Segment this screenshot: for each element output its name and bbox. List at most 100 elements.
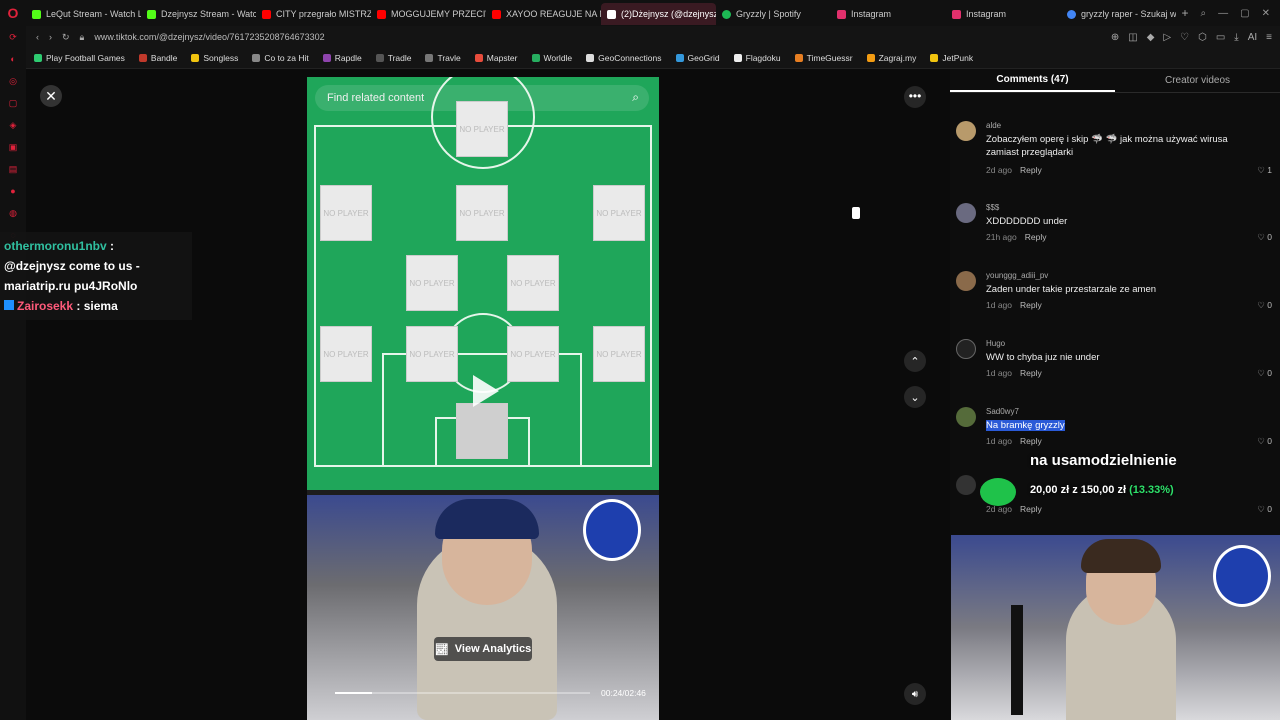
- bookmark-co-to-za-hit[interactable]: Co to za Hit: [252, 53, 309, 63]
- like-count[interactable]: ♡ 0: [1257, 300, 1272, 311]
- camera-icon[interactable]: ◫: [1128, 32, 1137, 43]
- tab-3[interactable]: CITY przegrało MISTRZ: [256, 3, 371, 25]
- sidebar-messenger-icon[interactable]: ◎: [0, 70, 26, 92]
- bookmark-tradle[interactable]: Tradle: [375, 53, 411, 63]
- heart-icon[interactable]: ♡: [1180, 32, 1189, 43]
- player-card: NO PLAYER: [507, 255, 559, 311]
- bookmark-play-football-games[interactable]: Play Football Games: [34, 53, 125, 63]
- comment-username[interactable]: alde: [986, 121, 1001, 130]
- comment-username[interactable]: younggg_adiii_pv: [986, 271, 1048, 280]
- tab-9[interactable]: Instagram: [946, 3, 1061, 25]
- sidebar-youtube-icon[interactable]: ▣: [0, 136, 26, 158]
- like-count[interactable]: ♡ 0: [1257, 504, 1272, 515]
- chat-text: @dzejnysz come to us - mariatrip.ru pu4J…: [4, 259, 140, 293]
- refresh-icon[interactable]: ⟳: [0, 26, 26, 48]
- reply-button[interactable]: Reply: [1020, 368, 1042, 378]
- tab-7[interactable]: Gryzzly | Spotify: [716, 3, 831, 25]
- donation-goal-indicator: [980, 478, 1016, 506]
- like-count[interactable]: ♡ 0: [1257, 368, 1272, 379]
- reply-button[interactable]: Reply: [1020, 165, 1042, 175]
- toolbar-icons: ⊕ ◫ ◆ ▷ ♡ ⬡ ▭ ⤓ AI ≡: [1111, 32, 1280, 43]
- chevron-down-icon[interactable]: ⌄: [904, 386, 926, 408]
- tiktok-video-player[interactable]: Find related content ⌕ NO PLAYER NO PLAY…: [307, 77, 659, 720]
- avatar[interactable]: [956, 271, 976, 291]
- shield-icon[interactable]: ◆: [1147, 32, 1155, 43]
- bookmark-rapdle[interactable]: Rapdle: [322, 53, 362, 63]
- bookmark-geogrid[interactable]: GeoGrid: [675, 53, 720, 63]
- tab-8[interactable]: Instagram: [831, 3, 946, 25]
- reply-button[interactable]: Reply: [1020, 300, 1042, 310]
- forward-icon[interactable]: ›: [49, 32, 52, 42]
- tab-1[interactable]: LeQut Stream - Watch L: [26, 3, 141, 25]
- bookmark-timeguessr[interactable]: TimeGuessr: [794, 53, 853, 63]
- sidebar-chat-icon[interactable]: ◍: [0, 202, 26, 224]
- extensions-icon[interactable]: ⬡: [1198, 32, 1207, 43]
- avatar[interactable]: [956, 121, 976, 141]
- streamer-cap: [435, 499, 539, 539]
- new-tab-button[interactable]: +: [1176, 6, 1194, 20]
- sidebar-shield-icon[interactable]: ◈: [0, 114, 26, 136]
- sidebar-tv-icon[interactable]: ▤: [0, 158, 26, 180]
- view-analytics-button[interactable]: 📈︎ View Analytics: [434, 637, 532, 661]
- volume-icon[interactable]: 🔊︎: [904, 683, 926, 705]
- close-icon[interactable]: ✕: [40, 85, 62, 107]
- bookmark-bandle[interactable]: Bandle: [138, 53, 177, 63]
- more-options-icon[interactable]: •••: [904, 86, 926, 108]
- songless-icon: [191, 54, 200, 62]
- tab-comments[interactable]: Comments (47): [950, 69, 1115, 92]
- reload-icon[interactable]: ↻: [62, 32, 70, 43]
- bookmark-travle[interactable]: Travle: [425, 53, 461, 63]
- comment-username[interactable]: Hugo: [986, 339, 1005, 348]
- avatar[interactable]: [956, 203, 976, 223]
- play-icon[interactable]: [473, 375, 499, 407]
- url-field[interactable]: www.tiktok.com/@dzejnysz/video/761723520…: [94, 32, 324, 42]
- tab-label: XAYOO REAGUJE NA N: [506, 9, 601, 19]
- reply-button[interactable]: Reply: [1020, 436, 1042, 446]
- video-progress-bar[interactable]: [335, 692, 590, 694]
- close-window-icon[interactable]: ✕: [1262, 8, 1270, 19]
- tab-6-active[interactable]: (2)Dżejnysz (@dzejnysz): [601, 3, 716, 25]
- bookmark-songless[interactable]: Songless: [191, 53, 238, 63]
- menu-icon[interactable]: ≡: [1266, 32, 1272, 43]
- tab-4[interactable]: MOGGUJEMY PRZECIW: [371, 3, 486, 25]
- comment-username[interactable]: $$$: [986, 203, 999, 212]
- reply-button[interactable]: Reply: [1025, 232, 1047, 242]
- bookmark-jetpunk[interactable]: JetPunk: [930, 53, 973, 63]
- search-icon[interactable]: ⌕: [632, 90, 639, 105]
- jetpunk-icon: [930, 54, 939, 62]
- bookmark-worldle[interactable]: Worldle: [531, 53, 572, 63]
- comment-username[interactable]: Sad0wy7: [986, 407, 1019, 416]
- avatar[interactable]: [956, 475, 976, 495]
- tab-5[interactable]: XAYOO REAGUJE NA N: [486, 3, 601, 25]
- sidebar-badge-icon[interactable]: ●: [0, 180, 26, 202]
- sidebar-home-icon[interactable]: ◐: [0, 48, 26, 70]
- minimize-icon[interactable]: —: [1218, 8, 1228, 19]
- maximize-icon[interactable]: ▢: [1240, 8, 1249, 19]
- tab-10[interactable]: gryzzly raper - Szukaj w: [1061, 3, 1176, 25]
- sidebar-bag-icon[interactable]: ▢: [0, 92, 26, 114]
- tab-2[interactable]: Dzejnysz Stream - Watc: [141, 3, 256, 25]
- tab-label: Gryzzly | Spotify: [736, 9, 801, 19]
- bookmark-mapster[interactable]: Mapster: [474, 53, 518, 63]
- like-count[interactable]: ♡ 0: [1257, 232, 1272, 243]
- bookmark-zagraj-my[interactable]: Zagraj.my: [866, 53, 916, 63]
- back-icon[interactable]: ‹: [36, 32, 39, 42]
- play-icon[interactable]: ▷: [1163, 32, 1171, 43]
- avatar[interactable]: [956, 407, 976, 427]
- like-count[interactable]: ♡ 1: [1257, 165, 1272, 176]
- search-tabs-icon[interactable]: ⌕: [1201, 8, 1207, 19]
- chevron-up-icon[interactable]: ⌃: [904, 350, 926, 372]
- streamer-webcam: [951, 535, 1280, 720]
- bookmark-flagdoku[interactable]: Flagdoku: [733, 53, 781, 63]
- ai-icon[interactable]: AI: [1248, 32, 1257, 43]
- tab-creator-videos[interactable]: Creator videos: [1115, 69, 1280, 92]
- pin-icon[interactable]: ⊕: [1111, 32, 1119, 43]
- bookmark-geoconnections[interactable]: GeoConnections: [586, 53, 662, 63]
- download-icon[interactable]: ⤓: [1234, 32, 1238, 43]
- wallet-icon[interactable]: ▭: [1216, 32, 1225, 43]
- opera-logo-icon[interactable]: O: [0, 0, 26, 26]
- like-count[interactable]: ♡ 0: [1257, 436, 1272, 447]
- bookmarks-bar: Play Football Games Bandle Songless Co t…: [26, 48, 1280, 69]
- tab-label: Instagram: [966, 9, 1007, 19]
- avatar[interactable]: [956, 339, 976, 359]
